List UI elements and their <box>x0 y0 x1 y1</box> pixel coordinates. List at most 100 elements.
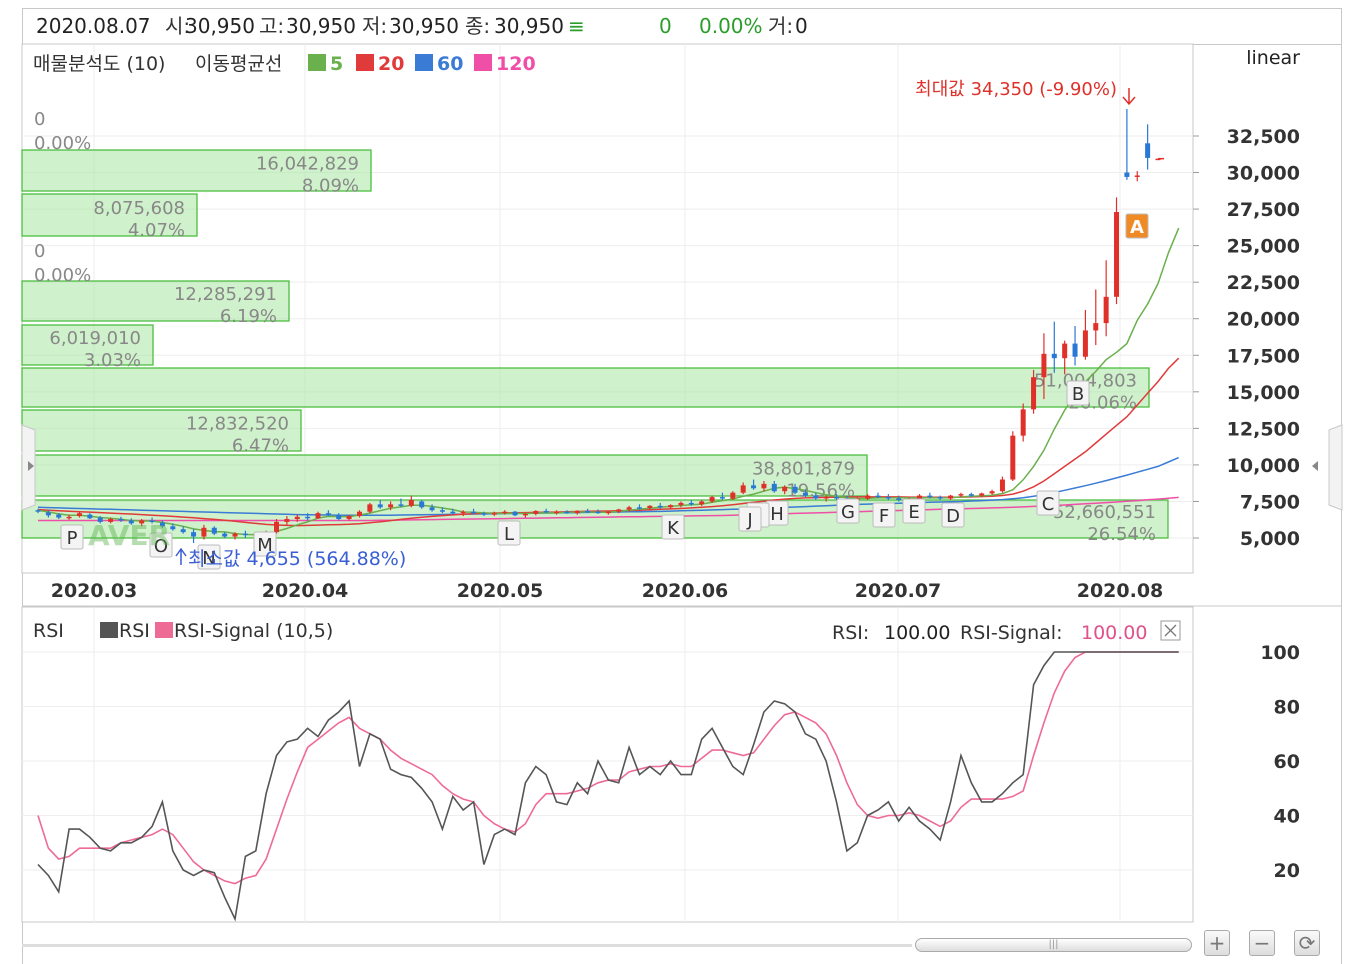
candle-body <box>191 532 197 537</box>
ma-title: 이동평균선 <box>195 53 282 75</box>
candle-body <box>460 511 466 514</box>
rsi-signal-legend-swatch <box>155 622 173 638</box>
candle-body <box>761 483 767 489</box>
candle-body <box>512 511 518 516</box>
close-icon[interactable] <box>1160 620 1181 641</box>
candle-body <box>543 510 549 513</box>
candle-body <box>647 505 653 509</box>
candle-body <box>356 511 362 517</box>
candle-body <box>1114 212 1120 297</box>
chevron-left-icon <box>1312 461 1318 471</box>
candle-body <box>792 486 798 493</box>
candle-body <box>668 505 674 508</box>
candle-body <box>989 491 995 494</box>
candle-body <box>574 510 580 514</box>
price-y-tick-label: 25,000 <box>1227 236 1300 258</box>
candle-body <box>999 479 1005 492</box>
candle-body <box>834 497 840 499</box>
scale-mode[interactable]: linear <box>1246 47 1300 69</box>
candle-body <box>1134 175 1140 177</box>
time-scrollbar[interactable]: ||| <box>22 938 1192 952</box>
volume-profile-label: 8,075,608 <box>93 198 185 219</box>
candle-body <box>709 497 715 502</box>
candle-body <box>232 533 238 537</box>
zoom-out-button[interactable]: − <box>1249 930 1275 956</box>
candle-body <box>211 527 217 534</box>
ma-legend-swatch <box>474 54 492 71</box>
candle-body <box>377 504 383 508</box>
candle-body <box>554 511 560 514</box>
candle-body <box>1020 409 1026 436</box>
watermark-text: AVER <box>88 519 170 552</box>
candle-body <box>678 502 684 506</box>
ma-legend-label: 60 <box>437 53 463 75</box>
candle-body <box>802 492 808 496</box>
candle-body <box>45 512 51 516</box>
candle-body <box>471 511 477 514</box>
candle-body <box>782 486 788 492</box>
event-marker-label: P <box>67 528 78 549</box>
volume-profile-label: 16,042,829 <box>256 154 359 175</box>
volume-profile-pct: 26.54% <box>1087 524 1156 545</box>
candle-body <box>274 521 280 533</box>
scroll-thumb[interactable]: ||| <box>915 938 1192 952</box>
x-tick-label: 2020.05 <box>457 580 544 602</box>
candle-body <box>564 511 570 514</box>
candle-body <box>315 513 321 519</box>
price-y-tick-label: 7,500 <box>1240 491 1300 513</box>
candle-body <box>35 510 41 512</box>
rsi-readout-value: 100.00 <box>884 622 950 644</box>
candle-body <box>968 494 974 496</box>
rsi-signal-legend-label: RSI-Signal (10,5) <box>174 620 333 642</box>
stock-chart: 16,042,8298.09% 8,075,6084.07% 0 0.00% 12,28… <box>21 43 1343 923</box>
event-marker-label: C <box>1042 494 1055 515</box>
candle-body <box>284 518 290 522</box>
candle-body <box>1051 353 1057 359</box>
candle-body <box>585 510 591 513</box>
candle-body <box>1103 296 1109 324</box>
candle-body <box>699 501 705 505</box>
candle-body <box>865 495 871 499</box>
reset-button[interactable]: ⟳ <box>1294 930 1320 956</box>
candle-body <box>958 494 964 496</box>
candle-body <box>719 497 725 499</box>
event-marker-label: B <box>1072 384 1084 405</box>
price-y-tick-label: 17,500 <box>1227 345 1300 367</box>
candle-body <box>1041 353 1047 378</box>
candle-body <box>1072 343 1078 357</box>
candle-body <box>885 497 891 499</box>
candle-body <box>595 511 601 514</box>
scroll-track <box>22 944 912 947</box>
candle-body <box>242 533 248 536</box>
candle-body <box>1145 143 1151 158</box>
candle-body <box>1093 323 1099 331</box>
candle-body <box>626 507 632 510</box>
ma-legend-swatch <box>415 54 433 71</box>
volume-profile-pct: 0.00% <box>34 133 91 154</box>
volume-profile-label: 6,019,010 <box>49 328 141 349</box>
volume-profile-pct: 6.47% <box>232 436 289 457</box>
candle-body <box>948 495 954 499</box>
event-marker-label: J <box>746 510 752 531</box>
zoom-in-button[interactable]: + <box>1204 930 1230 956</box>
candle-body <box>429 507 435 511</box>
rsi-signal-readout-value: 100.00 <box>1081 622 1147 644</box>
candle-body <box>305 516 311 519</box>
candle-body <box>937 497 943 499</box>
right-collapse-tab[interactable] <box>1328 424 1343 511</box>
candle-body <box>491 513 497 515</box>
volume-profile-label: 38,801,879 <box>752 459 855 480</box>
candle-body <box>439 510 445 512</box>
candle-body <box>979 493 985 496</box>
rsi-readout-label: RSI: <box>832 622 869 644</box>
volume-profile-label: 0 <box>34 109 45 130</box>
price-y-tick-label: 32,500 <box>1227 126 1300 148</box>
candle-body <box>522 513 528 516</box>
candle-body <box>419 501 425 508</box>
candle-body <box>823 497 829 499</box>
ma-legend-label: 20 <box>378 53 404 75</box>
candle-body <box>1124 172 1130 177</box>
volume-profile-label: 12,832,520 <box>186 414 289 435</box>
candle-body <box>1062 343 1068 359</box>
candle-body <box>751 485 757 489</box>
